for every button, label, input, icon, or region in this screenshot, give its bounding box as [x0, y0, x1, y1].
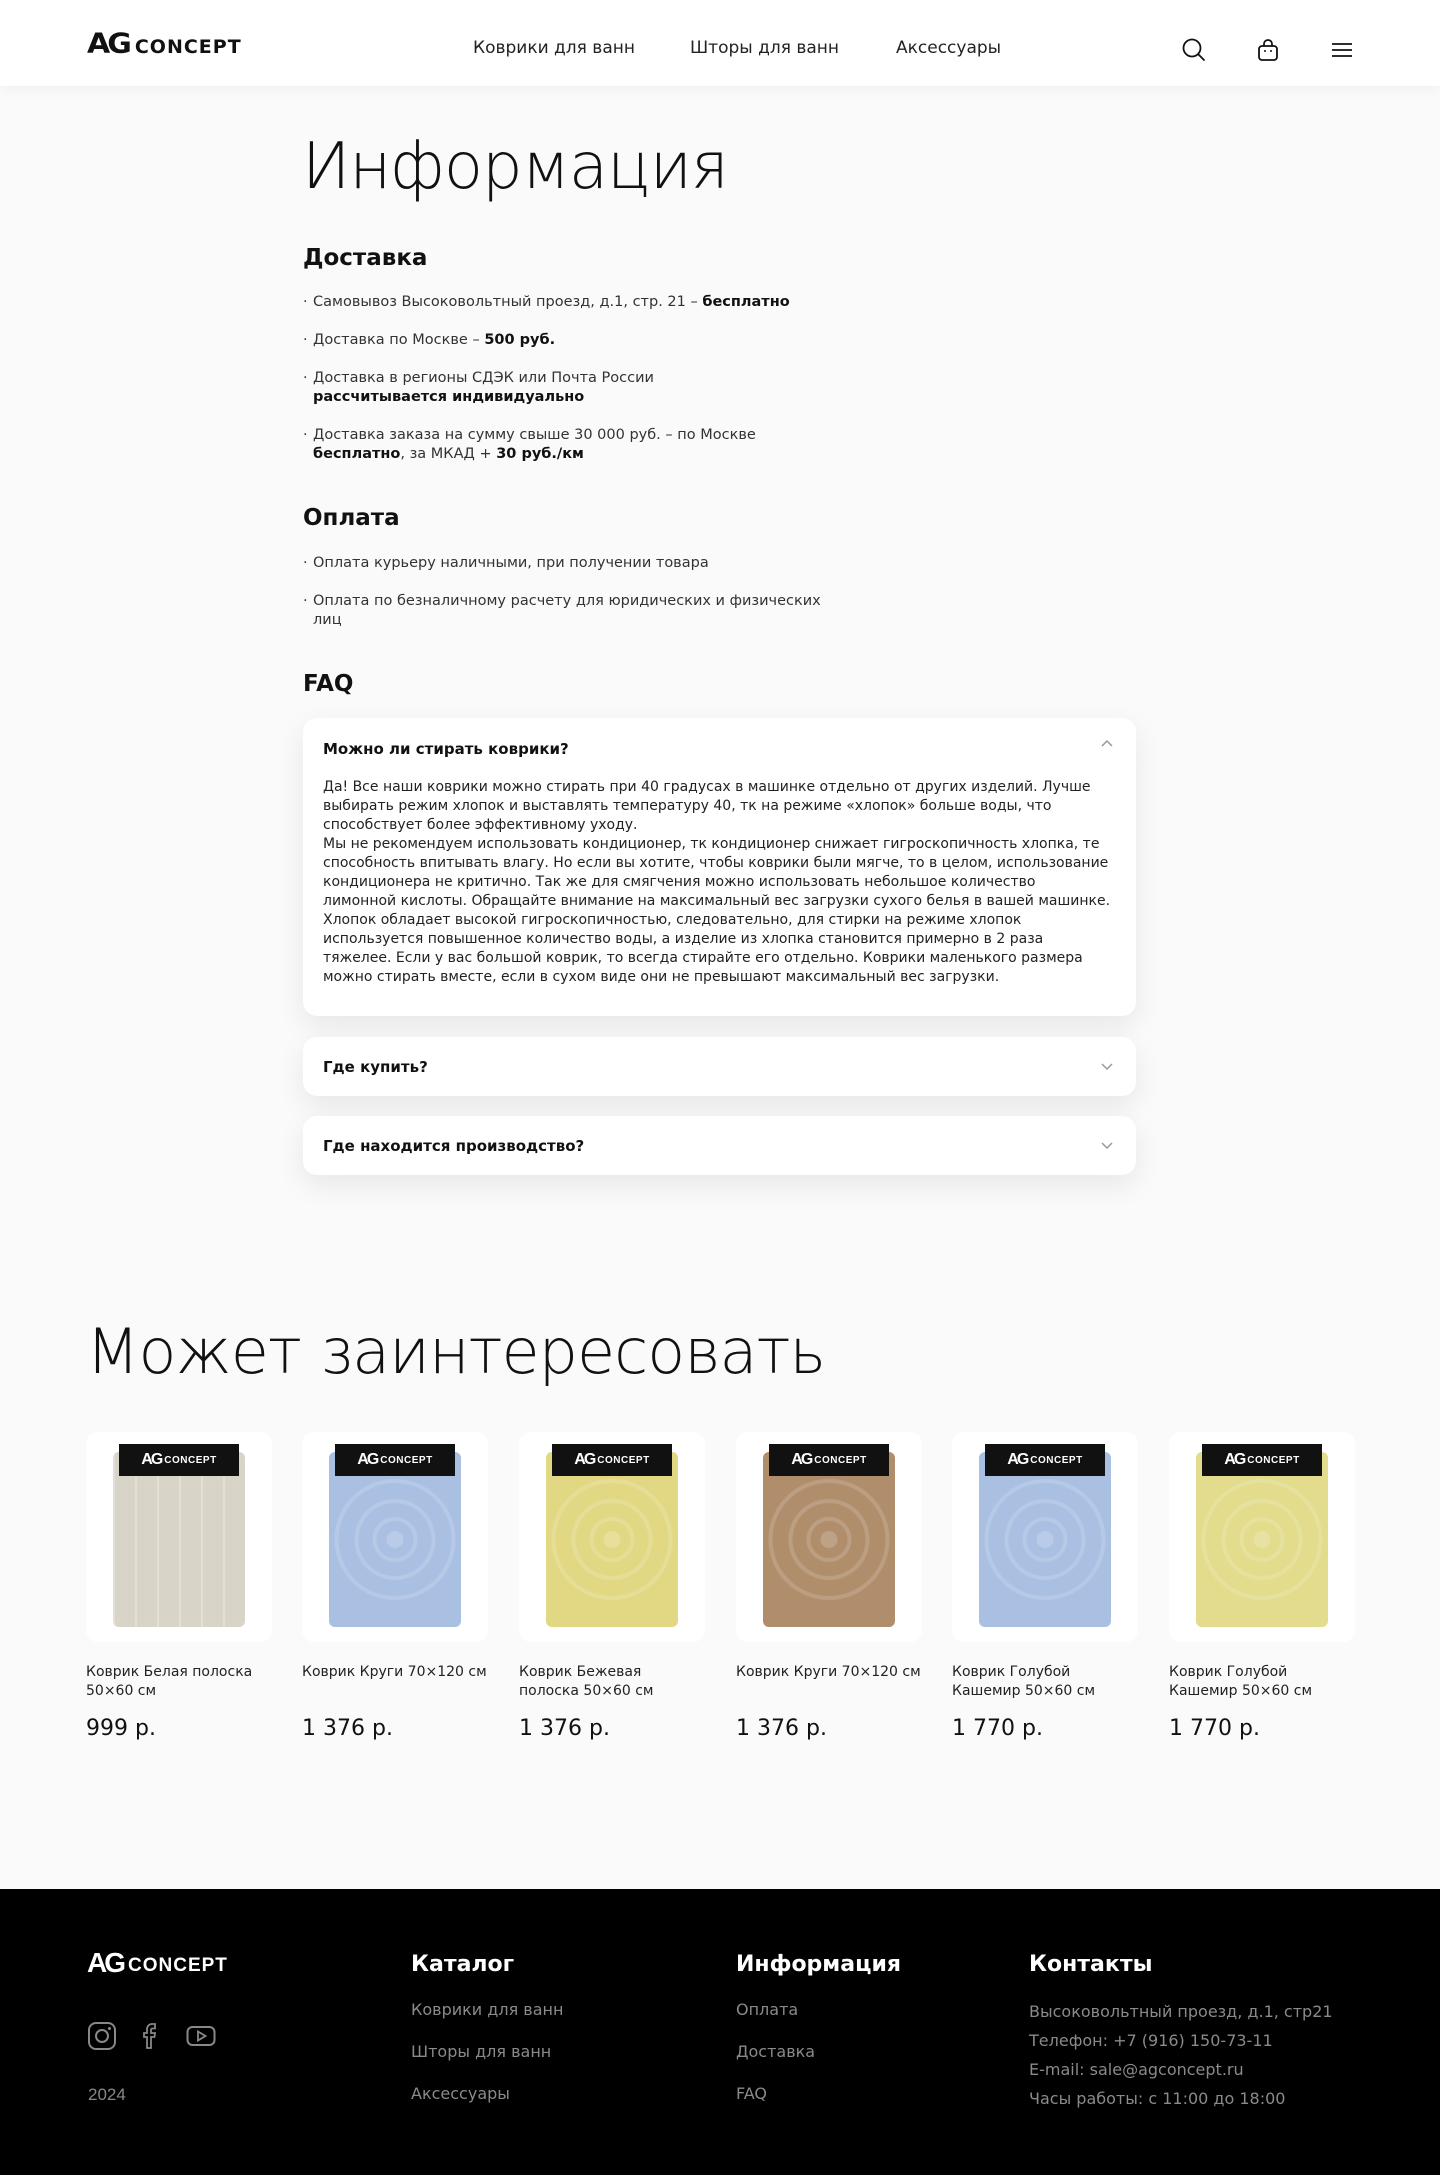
youtube-icon[interactable]: [186, 2021, 216, 2051]
product-name[interactable]: Коврик Круги 70×120 см: [302, 1663, 488, 1703]
product-image[interactable]: AG CONCEPT: [86, 1432, 272, 1642]
footer-logo[interactable]: AG CONCEPT: [87, 1947, 228, 1978]
rug-image: [979, 1452, 1111, 1627]
instagram-icon[interactable]: [87, 2021, 117, 2051]
footer-email[interactable]: E-mail: sale@agconcept.ru: [1029, 2060, 1244, 2079]
brand-tag: AG CONCEPT: [119, 1444, 239, 1476]
product-image[interactable]: AG CONCEPT: [952, 1432, 1138, 1642]
delivery-title: Доставка: [303, 245, 428, 271]
brand-tag: AG CONCEPT: [335, 1444, 455, 1476]
product-image[interactable]: AG CONCEPT: [736, 1432, 922, 1642]
footer-logo-concept-text: CONCEPT: [128, 1955, 228, 1976]
menu-icon[interactable]: [1328, 36, 1356, 64]
rug-image: [546, 1452, 678, 1627]
footer-address: Высоковольтный проезд, д.1, стр21: [1029, 2002, 1333, 2021]
logo[interactable]: AG CONCEPT: [87, 27, 242, 60]
brand-tag: AG CONCEPT: [552, 1444, 672, 1476]
brand-tag: AG CONCEPT: [985, 1444, 1105, 1476]
faq-item-where-buy[interactable]: Где купить?: [303, 1037, 1136, 1096]
brand-tag: AG CONCEPT: [1202, 1444, 1322, 1476]
product-card[interactable]: AG CONCEPT Коврик Круги 70×120 см 1 376 р.: [736, 1432, 922, 1741]
site-footer: AG CONCEPT 2024 Каталог Коврики для ванн…: [0, 1889, 1440, 2175]
brand-tag: AG CONCEPT: [769, 1444, 889, 1476]
logo-ag-text: AG: [87, 27, 132, 60]
rug-image: [1196, 1452, 1328, 1627]
footer-link-accessories[interactable]: Аксессуары: [411, 2084, 510, 2103]
footer-link-payment[interactable]: Оплата: [736, 2000, 798, 2019]
chevron-down-icon[interactable]: [1100, 1060, 1114, 1074]
footer-logo-ag-text: AG: [87, 1947, 126, 1978]
product-card[interactable]: AG CONCEPT Коврик Круги 70×120 см 1 376 р.: [302, 1432, 488, 1741]
nav-accessories[interactable]: Аксессуары: [896, 38, 1001, 58]
site-header: AG CONCEPT Коврики для ванн Шторы для ва…: [0, 0, 1440, 86]
product-name[interactable]: Коврик Белая полоска 50×60 см: [86, 1663, 272, 1703]
footer-link-delivery[interactable]: Доставка: [736, 2042, 815, 2061]
payment-title: Оплата: [303, 505, 400, 531]
delivery-item: Доставка по Москве – 500 руб.: [303, 331, 833, 350]
nav-bath-curtains[interactable]: Шторы для ванн: [690, 38, 839, 58]
page-title: Информация: [302, 130, 729, 204]
product-name[interactable]: Коврик Круги 70×120 см: [736, 1663, 922, 1703]
search-icon[interactable]: [1180, 36, 1208, 64]
footer-link-bath-curtains[interactable]: Шторы для ванн: [411, 2042, 551, 2061]
rug-image: [329, 1452, 461, 1627]
product-name[interactable]: Коврик Голубой Кашемир 50×60 см: [952, 1663, 1138, 1703]
rug-image: [763, 1452, 895, 1627]
product-card[interactable]: AG CONCEPT Коврик Белая полоска 50×60 см 99…: [86, 1432, 272, 1741]
footer-info-title: Информация: [736, 1952, 901, 1977]
product-price: 999 р.: [86, 1716, 156, 1741]
footer-year: 2024: [88, 2085, 126, 2104]
faq-item-washing[interactable]: Можно ли стирать коврики? Да! Все наши к…: [303, 718, 1136, 1016]
product-card[interactable]: AG CONCEPT Коврик Голубой Кашемир 50×60 см…: [1169, 1432, 1355, 1741]
faq-answer: Да! Все наши коврики можно стирать при 4…: [323, 779, 1111, 985]
chevron-down-icon[interactable]: [1100, 1139, 1114, 1153]
payment-item: Оплата по безналичному расчету для юриди…: [303, 592, 833, 630]
product-image[interactable]: AG CONCEPT: [1169, 1432, 1355, 1642]
faq-item-production[interactable]: Где находится производство?: [303, 1116, 1136, 1175]
footer-link-bath-mats[interactable]: Коврики для ванн: [411, 2000, 563, 2019]
rug-image: [113, 1452, 245, 1627]
product-image[interactable]: AG CONCEPT: [302, 1432, 488, 1642]
faq-question[interactable]: Где находится производство?: [323, 1137, 584, 1155]
logo-concept-text: CONCEPT: [134, 36, 242, 58]
product-card[interactable]: AG CONCEPT Коврик Голубой Кашемир 50×60 см…: [952, 1432, 1138, 1741]
product-price: 1 376 р.: [519, 1716, 610, 1741]
payment-item: Оплата курьеру наличными, при получении …: [303, 554, 833, 573]
footer-phone[interactable]: Телефон: +7 (916) 150-73-11: [1029, 2031, 1273, 2050]
delivery-item: Самовывоз Высоковольтный проезд, д.1, ст…: [303, 293, 833, 312]
footer-contacts-title: Контакты: [1029, 1952, 1153, 1977]
product-price: 1 770 р.: [1169, 1716, 1260, 1741]
product-card[interactable]: AG CONCEPT Коврик Бежевая полоска 50×60 см…: [519, 1432, 705, 1741]
product-name[interactable]: Коврик Голубой Кашемир 50×60 см: [1169, 1663, 1355, 1703]
recommendations-title: Может заинтересовать: [86, 1315, 826, 1388]
faq-title: FAQ: [303, 671, 354, 697]
footer-link-faq[interactable]: FAQ: [736, 2084, 767, 2103]
cart-icon[interactable]: [1254, 36, 1282, 64]
product-price: 1 770 р.: [952, 1716, 1043, 1741]
product-name[interactable]: Коврик Бежевая полоска 50×60 см: [519, 1663, 705, 1703]
product-price: 1 376 р.: [736, 1716, 827, 1741]
faq-question[interactable]: Можно ли стирать коврики?: [323, 740, 569, 758]
delivery-item: Доставка в регионы СДЭК или Почта России…: [303, 369, 763, 407]
product-image[interactable]: AG CONCEPT: [519, 1432, 705, 1642]
footer-catalog-title: Каталог: [411, 1952, 515, 1977]
delivery-item: Доставка заказа на сумму свыше 30 000 ру…: [303, 426, 833, 464]
nav-bath-mats[interactable]: Коврики для ванн: [473, 38, 635, 58]
product-price: 1 376 р.: [302, 1716, 393, 1741]
faq-question[interactable]: Где купить?: [323, 1058, 428, 1076]
chevron-up-icon[interactable]: [1100, 736, 1114, 750]
footer-hours: Часы работы: с 11:00 до 18:00: [1029, 2089, 1286, 2108]
facebook-icon[interactable]: [137, 2021, 167, 2051]
